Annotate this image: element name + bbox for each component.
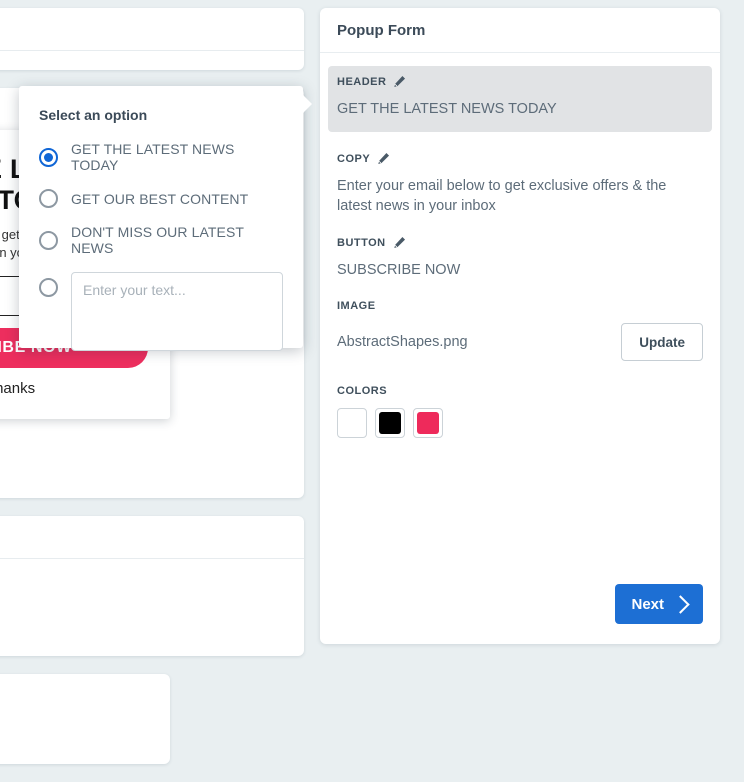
page-title: Popup Form: [337, 21, 426, 39]
left-card-top: [0, 8, 304, 70]
left-card-extra: [0, 674, 170, 764]
field-copy-label-row: COPY: [337, 152, 703, 165]
left-card-bottom-body: FIELD Your email: [0, 559, 304, 629]
pencil-icon[interactable]: [393, 75, 406, 88]
color-swatch[interactable]: [375, 408, 405, 438]
chevron-right-icon: [671, 594, 690, 614]
update-image-button[interactable]: Update: [621, 323, 703, 361]
color-swatch[interactable]: [337, 408, 367, 438]
field-image-label: IMAGE: [337, 300, 376, 312]
field-header[interactable]: HEADER GET THE LATEST NEWS TODAY: [328, 66, 712, 132]
field-header-value: GET THE LATEST NEWS TODAY: [337, 101, 557, 117]
field-colors: COLORS: [337, 385, 703, 438]
field-image-label-row: IMAGE: [337, 300, 703, 312]
field-copy-value: Enter your email below to get exclusive …: [337, 178, 667, 214]
field-copy-label: COPY: [337, 152, 371, 165]
radio-icon[interactable]: [39, 278, 58, 297]
panel-body: HEADER GET THE LATEST NEWS TODAY COPY En…: [320, 53, 720, 584]
next-button-label: Next: [631, 595, 664, 613]
field-button-label-row: BUTTON: [337, 236, 703, 249]
next-button[interactable]: Next: [615, 584, 703, 624]
panel-footer: Next: [320, 584, 720, 644]
option-row[interactable]: DON'T MISS OUR LATEST NEWS: [39, 224, 283, 256]
left-card-bottom: FIELD Your email: [0, 516, 304, 656]
color-swatch-list: [337, 408, 703, 438]
radio-icon[interactable]: [39, 147, 58, 167]
field-header-label-row: HEADER: [337, 75, 703, 88]
pencil-icon[interactable]: [393, 236, 406, 249]
pencil-icon[interactable]: [377, 152, 390, 165]
popover-title: Select an option: [39, 107, 148, 123]
field-image: IMAGE AbstractShapes.png Update: [337, 300, 703, 361]
custom-option-input[interactable]: [71, 272, 283, 351]
field-button-label: BUTTON: [337, 236, 386, 249]
popup-form-panel: Popup Form HEADER GET THE LATEST NEWS TO…: [320, 8, 720, 644]
left-card-top-header: [0, 8, 304, 51]
option-label: GET THE LATEST NEWS TODAY: [71, 141, 235, 173]
field-button-value: SUBSCRIBE NOW: [337, 262, 461, 278]
option-row[interactable]: GET THE LATEST NEWS TODAY: [39, 141, 283, 173]
field-label-bottom: FIELD: [0, 575, 286, 587]
select-option-popover: Select an option GET THE LATEST NEWS TOD…: [19, 86, 312, 351]
option-label: GET OUR BEST CONTENT: [71, 190, 249, 207]
option-row[interactable]: GET OUR BEST CONTENT: [39, 189, 283, 208]
color-swatch[interactable]: [413, 408, 443, 438]
option-row-custom[interactable]: [39, 272, 283, 351]
left-card-bottom-header: [0, 516, 304, 559]
radio-icon[interactable]: [39, 230, 58, 250]
field-button[interactable]: BUTTON SUBSCRIBE NOW: [337, 236, 703, 280]
field-value-bottom: Your email: [0, 593, 286, 609]
field-colors-label-row: COLORS: [337, 385, 703, 397]
popup-preview-dismiss-link[interactable]: No Thanks: [0, 380, 148, 397]
image-filename: AbstractShapes.png: [337, 334, 468, 350]
image-row: AbstractShapes.png Update: [337, 323, 703, 361]
field-copy[interactable]: COPY Enter your email below to get exclu…: [337, 152, 703, 216]
option-label: DON'T MISS OUR LATEST NEWS: [71, 224, 244, 256]
field-header-label: HEADER: [337, 75, 387, 88]
radio-icon[interactable]: [39, 189, 58, 208]
field-colors-label: COLORS: [337, 385, 388, 397]
panel-header: Popup Form: [320, 8, 720, 53]
